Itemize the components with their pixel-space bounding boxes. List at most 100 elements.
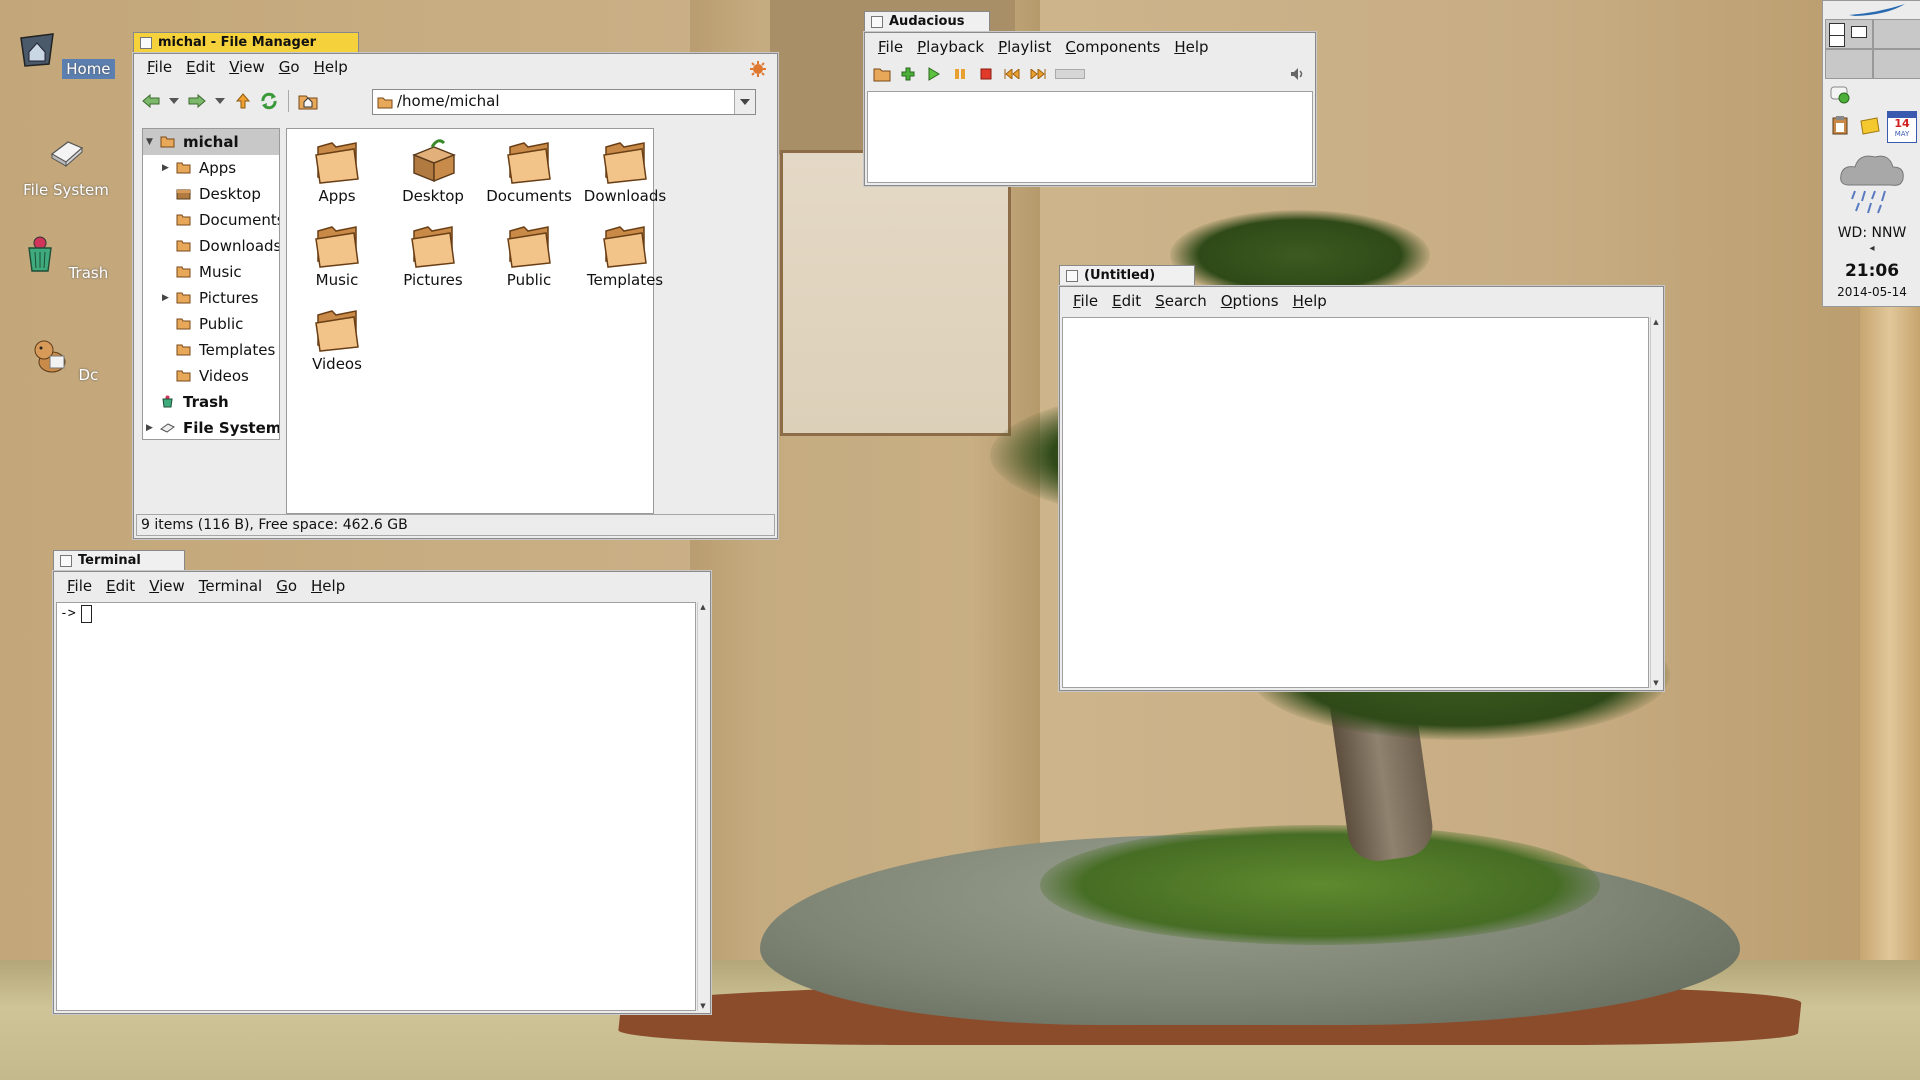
file-item-videos[interactable]: Videos — [289, 305, 385, 373]
tree-item-michal[interactable]: ▼ michal — [143, 129, 279, 155]
window-menu-box[interactable] — [1066, 270, 1078, 282]
scroll-down-icon[interactable]: ▼ — [1651, 678, 1661, 688]
menu-playlist[interactable]: Playlist — [991, 38, 1058, 56]
desktop-icon-home[interactable]: Home — [14, 30, 118, 79]
file-item-downloads[interactable]: Downloads — [577, 137, 673, 205]
desktop-icon-file-system[interactable]: File System — [14, 132, 118, 200]
tree-item-trash[interactable]: Trash — [143, 389, 279, 415]
file-item-apps[interactable]: Apps — [289, 137, 385, 205]
editor-titlebar[interactable]: (Untitled) — [1059, 265, 1195, 286]
clock-time[interactable]: 21:06 — [1823, 261, 1920, 281]
file-item-music[interactable]: Music — [289, 221, 385, 289]
desktop-icon-dc[interactable]: Dc — [14, 336, 118, 385]
chevron-down-icon — [215, 98, 225, 104]
menu-file[interactable]: File — [1066, 292, 1105, 310]
menu-options[interactable]: Options — [1214, 292, 1286, 310]
back-history-button[interactable] — [164, 88, 184, 114]
workspace-3[interactable] — [1825, 49, 1873, 79]
calendar-icon[interactable]: 14 MAY — [1887, 111, 1917, 143]
up-button[interactable] — [230, 88, 256, 114]
throbber-icon — [750, 61, 766, 77]
tree-item-documents[interactable]: Documents — [143, 207, 279, 233]
menu-help[interactable]: Help — [304, 577, 352, 595]
window-menu-box[interactable] — [140, 37, 152, 49]
file-item-pictures[interactable]: Pictures — [385, 221, 481, 289]
up-arrow-icon — [236, 93, 250, 109]
tree-item-label: Downloads — [199, 237, 280, 255]
terminal-screen[interactable]: -> — [56, 602, 696, 1011]
menu-file[interactable]: File — [871, 38, 910, 56]
menu-file[interactable]: File — [140, 58, 179, 76]
menu-edit[interactable]: Edit — [1105, 292, 1148, 310]
seek-slider[interactable] — [1055, 69, 1085, 79]
file-item-label: Music — [315, 271, 359, 289]
menu-playback[interactable]: Playback — [910, 38, 991, 56]
tree-item-templates[interactable]: Templates — [143, 337, 279, 363]
menu-file[interactable]: File — [60, 577, 99, 595]
tree-item-downloads[interactable]: Downloads — [143, 233, 279, 259]
location-dropdown-button[interactable] — [734, 90, 755, 114]
tree-item-label: Public — [199, 315, 244, 333]
menu-help[interactable]: Help — [1286, 292, 1334, 310]
play-button[interactable] — [921, 61, 947, 87]
file-item-desktop[interactable]: Desktop — [385, 137, 481, 205]
menu-search[interactable]: Search — [1148, 292, 1214, 310]
tree-item-desktop[interactable]: Desktop — [143, 181, 279, 207]
previous-button[interactable] — [999, 61, 1025, 87]
folder-icon — [507, 226, 551, 268]
file-item-public[interactable]: Public — [481, 221, 577, 289]
menu-view[interactable]: View — [222, 58, 272, 76]
workspace-pager[interactable] — [1825, 19, 1920, 79]
playlist-area[interactable] — [867, 91, 1313, 183]
scroll-down-icon[interactable]: ▼ — [698, 1001, 708, 1011]
menu-help[interactable]: Help — [1167, 38, 1215, 56]
window-menu-box[interactable] — [871, 16, 883, 28]
scroll-up-icon[interactable]: ▲ — [1651, 317, 1661, 327]
file-item-documents[interactable]: Documents — [481, 137, 577, 205]
back-button[interactable] — [138, 88, 164, 114]
menu-go[interactable]: Go — [272, 58, 307, 76]
add-button[interactable] — [895, 61, 921, 87]
tree-item-music[interactable]: Music — [143, 259, 279, 285]
stop-button[interactable] — [973, 61, 999, 87]
tree-item-file-system[interactable]: ▶ File System — [143, 415, 280, 439]
scroll-up-icon[interactable]: ▲ — [698, 602, 708, 612]
file-item-templates[interactable]: Templates — [577, 221, 673, 289]
menu-view[interactable]: View — [142, 577, 192, 595]
tree-item-apps[interactable]: ▶ Apps — [143, 155, 279, 181]
audacious-titlebar[interactable]: Audacious — [864, 11, 990, 32]
notes-icon[interactable] — [1859, 117, 1881, 135]
editor-scrollbar[interactable]: ▲ ▼ — [1650, 317, 1661, 688]
window-menu-box[interactable] — [60, 555, 72, 567]
forward-button[interactable] — [184, 88, 210, 114]
menu-components[interactable]: Components — [1058, 38, 1167, 56]
next-button[interactable] — [1025, 61, 1051, 87]
desktop-icon-label: Dc — [78, 366, 99, 384]
open-button[interactable] — [869, 61, 895, 87]
forward-history-button[interactable] — [210, 88, 230, 114]
desktop-icon-trash[interactable]: Trash — [14, 234, 118, 283]
file-manager-titlebar[interactable]: michal - File Manager — [133, 32, 359, 53]
tree-item-public[interactable]: Public — [143, 311, 279, 337]
tree-item-pictures[interactable]: ▶ Pictures — [143, 285, 279, 311]
menu-edit[interactable]: Edit — [99, 577, 142, 595]
menu-go[interactable]: Go — [269, 577, 304, 595]
pause-button[interactable] — [947, 61, 973, 87]
menu-edit[interactable]: Edit — [179, 58, 222, 76]
reload-button[interactable] — [256, 88, 282, 114]
tree-item-label: File System — [183, 419, 280, 437]
clipboard-icon[interactable] — [1831, 115, 1849, 135]
tree-item-videos[interactable]: Videos — [143, 363, 279, 389]
location-bar[interactable]: /home/michal — [372, 89, 756, 115]
editor-text-area[interactable] — [1062, 317, 1649, 688]
volume-button[interactable] — [1285, 61, 1311, 87]
terminal-titlebar[interactable]: Terminal — [53, 550, 185, 571]
menu-help[interactable]: Help — [307, 58, 355, 76]
workspace-4[interactable] — [1873, 49, 1920, 79]
terminal-scrollbar[interactable]: ▲ ▼ — [697, 602, 708, 1011]
menu-terminal[interactable]: Terminal — [192, 577, 269, 595]
home-button[interactable] — [295, 88, 321, 114]
workspace-1[interactable] — [1825, 19, 1873, 49]
workspace-2[interactable] — [1873, 19, 1920, 49]
chat-icon[interactable] — [1829, 85, 1851, 105]
